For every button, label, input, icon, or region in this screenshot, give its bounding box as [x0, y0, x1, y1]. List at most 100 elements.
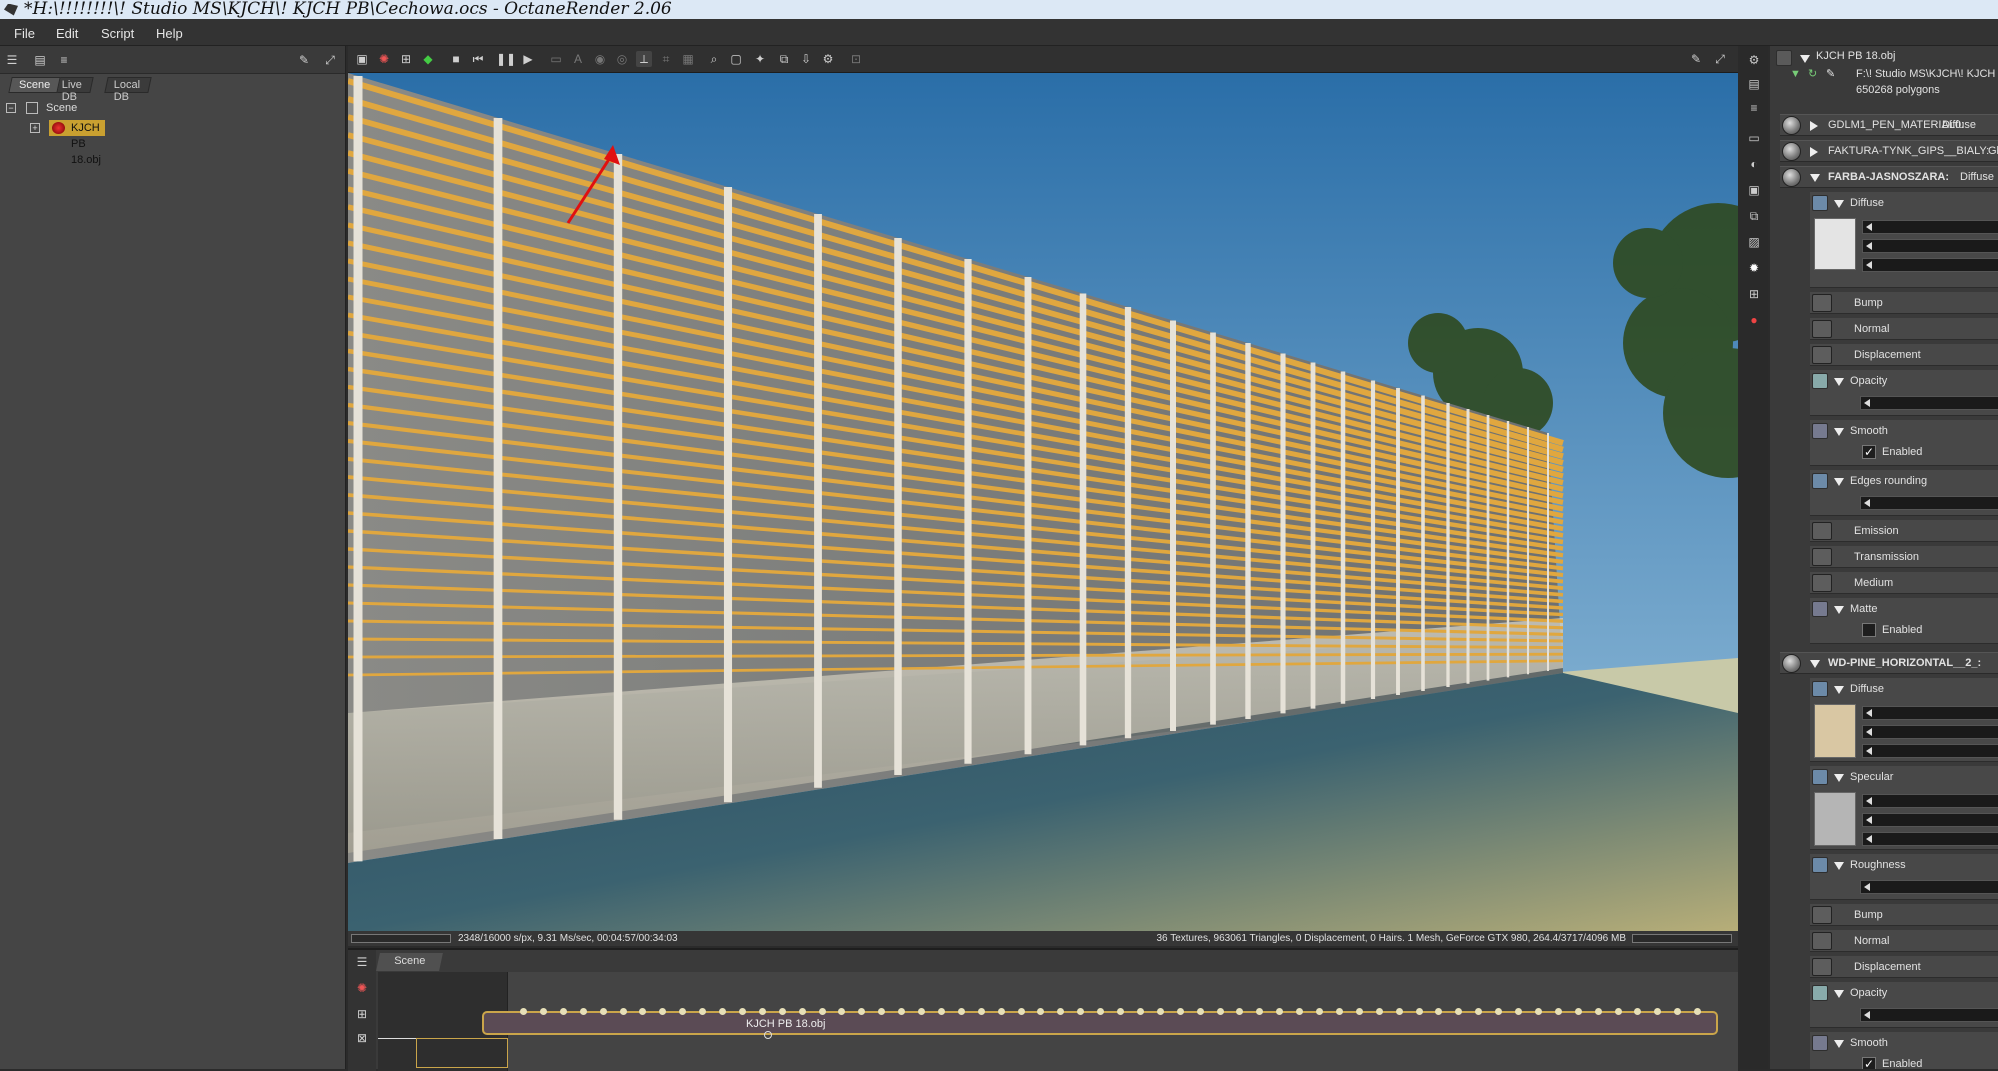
region-icon[interactable]: ⊞: [398, 51, 414, 67]
node-pin[interactable]: [818, 1008, 826, 1015]
node-pin[interactable]: [1176, 1008, 1184, 1015]
wd-diffuse-r-slider[interactable]: [1862, 706, 1998, 720]
collapse-arrow-icon[interactable]: [1800, 55, 1810, 63]
object-picker-icon[interactable]: ⌗: [658, 51, 674, 67]
node-pin[interactable]: [957, 1008, 965, 1015]
diffuse-color-swatch[interactable]: [1814, 218, 1856, 270]
node-pin[interactable]: [758, 1008, 766, 1015]
tab-scene[interactable]: Scene: [8, 77, 61, 93]
inspector-wrench-icon[interactable]: ✎: [1826, 64, 1835, 84]
lock-view-icon[interactable]: ▢: [728, 51, 744, 67]
white-balance-icon[interactable]: ▦: [680, 51, 696, 67]
node-pin[interactable]: [738, 1008, 746, 1015]
pin-toggle[interactable]: [1812, 932, 1832, 950]
restart-icon[interactable]: ⏮: [470, 51, 486, 67]
pin-transmission[interactable]: Transmission: [1810, 546, 1998, 568]
smooth-checkbox[interactable]: ✓: [1862, 445, 1876, 459]
node-pin[interactable]: [1117, 1008, 1124, 1015]
tool-icon[interactable]: ✦: [752, 51, 768, 67]
node-pin[interactable]: [997, 1008, 1005, 1015]
wd-specular-r-slider[interactable]: [1862, 794, 1998, 808]
inspector-list-icon[interactable]: ≡: [1746, 100, 1762, 116]
pause-icon[interactable]: ❚❚: [496, 51, 516, 67]
maximize-icon[interactable]: ⤢: [322, 52, 338, 68]
collapse-arrow-icon[interactable]: [1834, 990, 1844, 998]
pin-displacement[interactable]: Displacement: [1810, 344, 1998, 366]
inspector-stack-icon[interactable]: ⧉: [1746, 208, 1762, 224]
viewport-maximize-icon[interactable]: ⤢: [1712, 51, 1728, 67]
collapse-arrow-icon[interactable]: [1834, 478, 1844, 486]
node-pin[interactable]: [977, 1008, 985, 1015]
node-pin[interactable]: [798, 1008, 806, 1015]
realtime-icon[interactable]: ▭: [548, 51, 564, 67]
node-pin[interactable]: [619, 1008, 627, 1015]
texture-icon[interactable]: [1812, 681, 1828, 697]
node-pin[interactable]: [778, 1008, 786, 1015]
pin-toggle[interactable]: [1812, 958, 1832, 976]
play-icon[interactable]: ▶: [520, 51, 536, 67]
pin-toggle[interactable]: [1812, 294, 1832, 312]
material-row-farba[interactable]: FARBA-JASNOSZARA: Diffuse M: [1780, 166, 1998, 188]
inspector-picture-icon[interactable]: ▨: [1746, 234, 1762, 250]
edges-rounding-slider[interactable]: [1860, 496, 1998, 510]
pin-medium[interactable]: Medium: [1810, 572, 1998, 594]
float-icon[interactable]: [1812, 473, 1828, 489]
collapse-arrow-icon[interactable]: [1834, 200, 1844, 208]
diffuse-r-slider[interactable]: [1862, 220, 1998, 234]
expand-arrow-icon[interactable]: [1810, 121, 1818, 131]
zoom-icon[interactable]: ⌕: [706, 51, 722, 67]
expand-icon[interactable]: +: [30, 123, 40, 133]
matte-checkbox[interactable]: [1862, 623, 1876, 637]
wd-specular-b-slider[interactable]: [1862, 832, 1998, 846]
tab-local-db[interactable]: Local DB: [104, 77, 152, 103]
wd-diffuse-b-slider[interactable]: [1862, 744, 1998, 758]
menu-help[interactable]: Help: [156, 26, 183, 41]
node-pin[interactable]: [1216, 1008, 1224, 1015]
node-pin[interactable]: [1136, 1008, 1144, 1015]
wd-diffuse-swatch[interactable]: [1814, 704, 1856, 758]
inspector-sun-icon[interactable]: ✹: [1746, 260, 1762, 276]
collapse-arrow-icon[interactable]: [1834, 428, 1844, 436]
diffuse-g-slider[interactable]: [1862, 239, 1998, 253]
pin-toggle[interactable]: [1812, 320, 1832, 338]
collapse-arrow-icon[interactable]: [1834, 686, 1844, 694]
clay-render-icon[interactable]: ✺: [376, 51, 392, 67]
save-render-icon[interactable]: ▣: [354, 51, 370, 67]
graph-grid-icon[interactable]: ⊞: [354, 1006, 370, 1022]
export-icon[interactable]: ⇩: [798, 51, 814, 67]
viewport-wrench-icon[interactable]: ✎: [1688, 51, 1704, 67]
tree-selected-object[interactable]: KJCH PB 18.obj: [49, 120, 105, 166]
lock-icon[interactable]: ⊡: [848, 51, 864, 67]
pin-toggle[interactable]: [1812, 346, 1832, 364]
texture-icon[interactable]: [1812, 195, 1828, 211]
wd-pin-displacement[interactable]: Displacement: [1810, 956, 1998, 978]
inspector-grid-icon[interactable]: ⊞: [1746, 286, 1762, 302]
graph-list-icon[interactable]: ☰: [354, 954, 370, 970]
inspector-settings-icon[interactable]: ⚙: [1746, 52, 1762, 68]
wd-opacity-slider[interactable]: [1860, 1008, 1998, 1022]
roughness-slider[interactable]: [1860, 880, 1998, 894]
collapse-arrow-icon[interactable]: [1834, 1040, 1844, 1048]
focus-icon[interactable]: ◎: [614, 51, 630, 67]
node-pin[interactable]: [1316, 1008, 1323, 1015]
outliner-collapse-icon[interactable]: ≡: [56, 52, 72, 68]
collapse-arrow-icon[interactable]: [1834, 378, 1844, 386]
pin-toggle[interactable]: [1812, 522, 1832, 540]
wrench-icon[interactable]: ✎: [296, 52, 312, 68]
texture-icon[interactable]: [1812, 373, 1828, 389]
node-pin[interactable]: [918, 1008, 925, 1015]
cube-icon[interactable]: ◆: [420, 51, 436, 67]
node-pin[interactable]: [539, 1008, 547, 1015]
node-pin[interactable]: [1017, 1008, 1025, 1015]
pin-toggle[interactable]: [1812, 548, 1832, 566]
node-pin[interactable]: [1335, 1008, 1343, 1015]
pin-emission[interactable]: Emission: [1810, 520, 1998, 542]
collapse-icon[interactable]: −: [6, 103, 16, 113]
inspector-camera-icon[interactable]: ◐: [1746, 156, 1762, 172]
wd-smooth-checkbox[interactable]: ✓: [1862, 1057, 1876, 1069]
graph-tab-scene[interactable]: Scene: [376, 953, 444, 971]
node-pin[interactable]: [1355, 1008, 1363, 1015]
stop-icon[interactable]: ■: [448, 51, 464, 67]
diffuse-b-slider[interactable]: [1862, 258, 1998, 272]
node-pin[interactable]: [599, 1008, 607, 1015]
